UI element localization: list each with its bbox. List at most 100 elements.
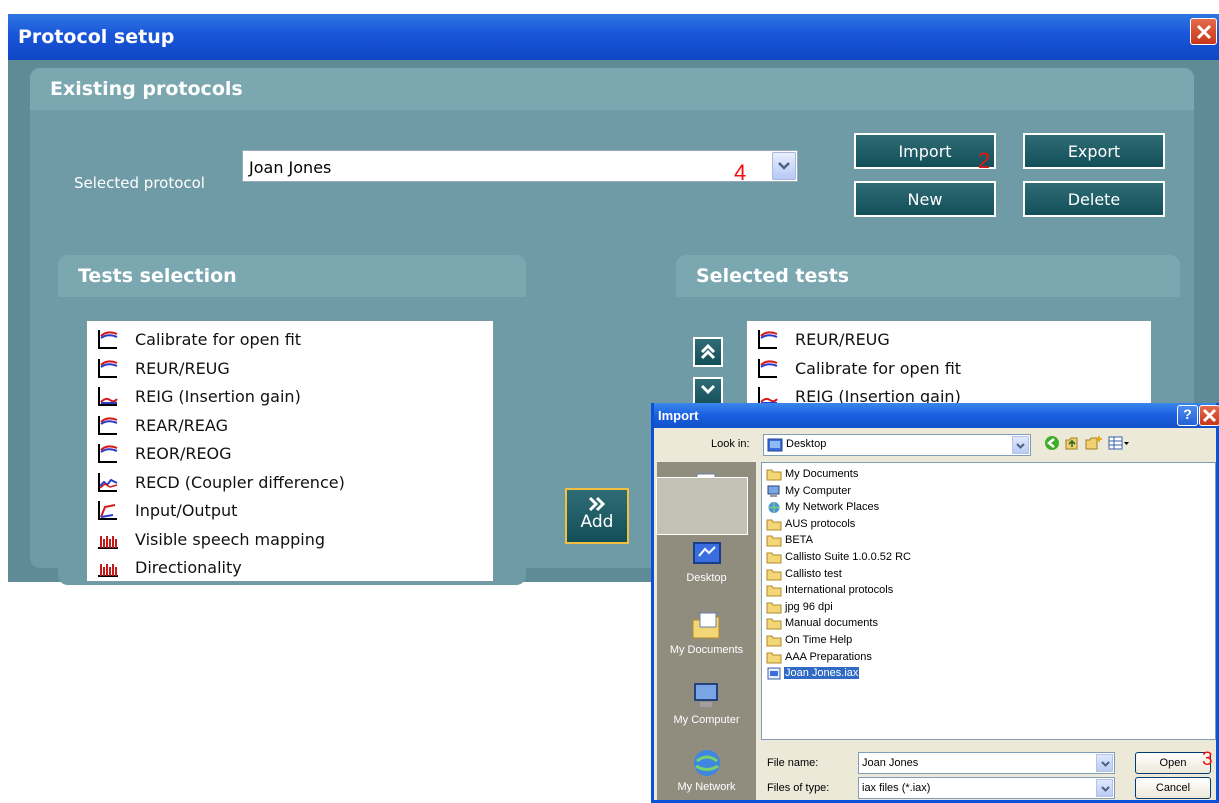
cancel-button[interactable]: Cancel [1135, 777, 1211, 799]
folder-icon [766, 635, 782, 647]
file-name: BETA [785, 534, 813, 547]
open-button[interactable]: Open [1135, 752, 1211, 774]
files-of-type-label: Files of type: [767, 782, 830, 794]
list-item-label: Directionality [135, 558, 242, 577]
double-chevron-right-icon [588, 496, 606, 512]
import-label: Import [898, 142, 952, 161]
folder-icon [766, 552, 782, 564]
file-name: Manual documents [785, 617, 878, 630]
file-name: My Documents [785, 468, 859, 480]
list-item-label: RECD (Coupler difference) [135, 472, 345, 492]
chevron-down-icon[interactable] [1096, 754, 1113, 772]
file-name-value: Joan Jones [862, 757, 919, 769]
file-name: jpg 96 dpi [785, 600, 833, 613]
chevron-down-icon[interactable] [1012, 436, 1029, 454]
files-of-type-select[interactable]: iax files (*.iax) [858, 777, 1115, 799]
bar-graph-icon [98, 535, 118, 549]
file-name: Callisto test [785, 567, 842, 580]
add-button[interactable]: Add [565, 488, 629, 544]
look-in-label: Look in: [711, 438, 750, 450]
look-in-value: Desktop [786, 438, 827, 450]
window-title: Protocol setup [8, 14, 1219, 60]
annotation-marker-2: 2 [978, 148, 991, 173]
file-name-label: File name: [767, 757, 819, 769]
folder-icon [766, 519, 782, 531]
place-my-network[interactable]: My Network [657, 747, 756, 793]
chevron-down-icon[interactable] [772, 152, 796, 180]
help-button[interactable]: ? [1177, 405, 1198, 426]
computer-icon [767, 485, 780, 497]
file-name: AUS protocols [785, 517, 856, 530]
list-item-label: REAR/REAG [135, 415, 228, 435]
file-name-input[interactable]: Joan Jones [858, 752, 1115, 774]
list-item-label: REIG (Insertion gain) [135, 387, 301, 406]
bar-graph-icon [98, 564, 118, 577]
list-item-label: REUR/REUG [795, 330, 890, 349]
list-item-label: REOR/REOG [135, 444, 232, 463]
desktop-icon [692, 542, 721, 564]
existing-protocols-heading: Existing protocols [30, 68, 1194, 110]
input-output-icon [98, 501, 117, 520]
chevron-up-icon [700, 343, 716, 360]
look-in-combo[interactable]: Desktop [763, 434, 1031, 456]
selected-tests-heading: Selected tests [676, 255, 1180, 297]
place-label: My Network [677, 781, 736, 793]
my-computer-icon [693, 683, 718, 707]
places-selected-highlight [656, 477, 748, 535]
folder-icon [766, 602, 782, 614]
tests-selection-heading: Tests selection [58, 255, 526, 297]
file-name: Callisto Suite 1.0.0.52 RC [785, 551, 911, 563]
new-folder-icon[interactable] [1085, 435, 1103, 451]
place-label: My Documents [669, 644, 744, 656]
network-icon [768, 502, 780, 514]
folder-icon [766, 535, 782, 547]
file-name: My Network Places [785, 501, 880, 514]
list-item-label: Input/Output [135, 501, 238, 520]
files-of-type-value: iax files (*.iax) [862, 782, 931, 794]
curve-icon [758, 358, 778, 378]
folder-icon [766, 469, 782, 481]
place-my-documents[interactable]: My Documents [657, 610, 756, 656]
folder-icon [766, 618, 782, 630]
annotation-marker-4: 4 [734, 160, 747, 185]
file-name: International protocols [785, 584, 894, 597]
import-button[interactable]: Import [854, 133, 996, 169]
chevron-down-icon[interactable] [1096, 779, 1113, 797]
my-documents-icon [692, 612, 719, 639]
file-list[interactable]: My Documents My Computer My Network Places… [761, 462, 1216, 740]
selected-protocol-label: Selected protocol [74, 174, 205, 192]
back-icon[interactable] [1044, 435, 1060, 451]
curve-icon [98, 444, 118, 463]
coupler-curve-icon [98, 472, 118, 492]
list-item-label: Calibrate for open fit [135, 330, 302, 349]
close-icon[interactable] [1190, 18, 1217, 45]
place-label: My Computer [673, 714, 740, 726]
move-up-button[interactable] [693, 337, 723, 367]
import-dialog-title: Import [654, 403, 1216, 428]
up-folder-icon[interactable] [1064, 435, 1080, 451]
curve-icon [98, 415, 118, 435]
selected-protocol-value: Joan Jones [249, 158, 332, 177]
gain-curve-icon [98, 387, 118, 406]
place-label: Desktop [686, 572, 727, 584]
place-desktop[interactable]: Desktop [657, 538, 756, 584]
place-my-computer[interactable]: My Computer [657, 680, 756, 726]
selected-protocol-combo[interactable]: Joan Jones [242, 150, 798, 182]
file-name: On Time Help [785, 634, 853, 646]
new-button[interactable]: New [854, 181, 996, 217]
curve-icon [758, 330, 778, 349]
list-item-label: REUR/REUG [135, 358, 230, 378]
curve-icon [98, 358, 118, 378]
folder-icon [766, 585, 782, 597]
import-dialog: Import ? Look in: Desktop My Recent Docu… [651, 403, 1219, 803]
delete-button[interactable]: Delete [1023, 181, 1165, 217]
list-item-label: Calibrate for open fit [795, 358, 962, 378]
chevron-down-icon [700, 384, 716, 395]
tests-selection-list[interactable]: Calibrate for open fit REUR/REUG REIG (Ins… [86, 320, 494, 582]
file-icon [767, 667, 781, 680]
view-menu-icon[interactable] [1108, 435, 1130, 451]
close-icon[interactable] [1199, 405, 1219, 426]
curve-icon [98, 330, 118, 349]
export-button[interactable]: Export [1023, 133, 1165, 169]
file-name: AAA Preparations [785, 650, 872, 663]
